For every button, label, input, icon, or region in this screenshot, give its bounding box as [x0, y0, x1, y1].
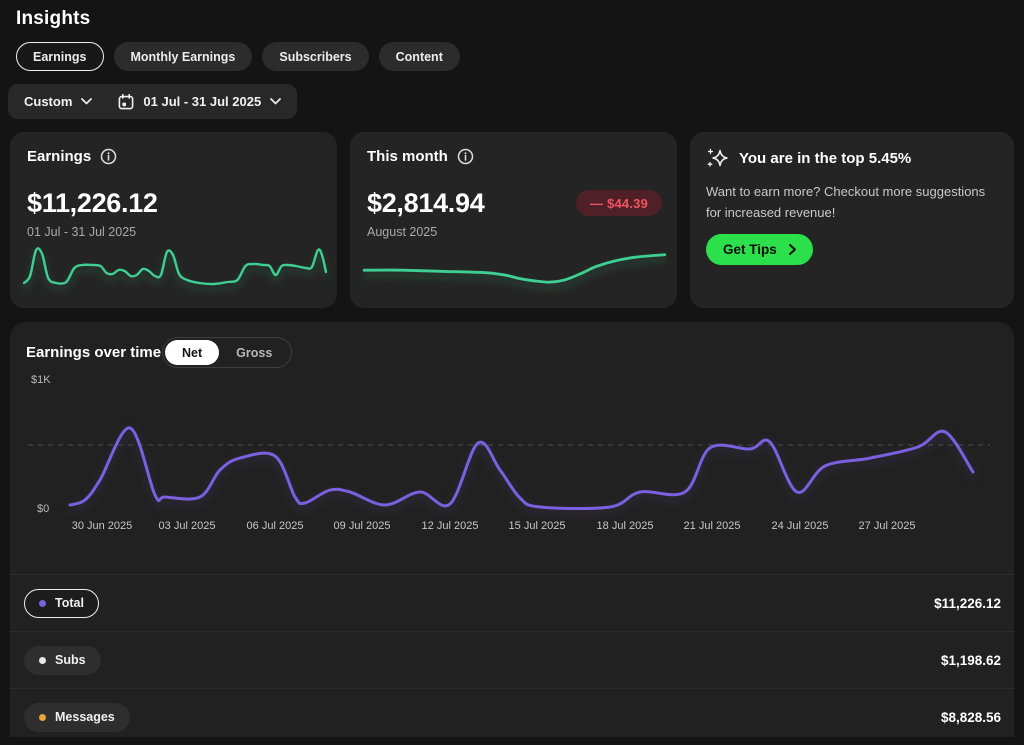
tab-monthly-earnings[interactable]: Monthly Earnings: [113, 42, 253, 71]
x-axis-label: 18 Jul 2025: [596, 520, 654, 532]
tips-title: You are in the top 5.45%: [739, 150, 912, 167]
legend-pill-messages[interactable]: Messages: [24, 702, 130, 732]
legend-pill-total[interactable]: Total: [24, 588, 99, 618]
tips-body: Want to earn more? Checkout more suggest…: [706, 184, 986, 220]
get-tips-button[interactable]: Get Tips: [706, 234, 813, 265]
tab-earnings[interactable]: Earnings: [16, 42, 104, 71]
earnings-card: Earnings $11,226.12 01 Jul - 31 Jul 2025: [10, 132, 337, 308]
earnings-sparkline: [22, 238, 328, 300]
legend-value-subs: $1,198.62: [940, 652, 1001, 668]
tab-content[interactable]: Content: [378, 42, 460, 71]
insights-tabs: Earnings Monthly Earnings Subscribers Co…: [16, 42, 460, 71]
subs-dot-icon: [39, 656, 46, 664]
this-month-card-title: This month: [367, 148, 448, 165]
legend-value-total: $11,226.12: [934, 595, 1001, 611]
tab-subscribers[interactable]: Subscribers: [262, 42, 369, 71]
legend-row-total: Total $11,226.12: [10, 574, 1014, 631]
date-filter-bar: Custom 01 Jul - 31 Jul 2025: [8, 84, 298, 119]
chart-title: Earnings over time: [26, 344, 162, 361]
page-title: Insights: [16, 8, 91, 29]
info-icon[interactable]: [100, 148, 117, 165]
toggle-net[interactable]: Net: [165, 340, 220, 365]
negative-delta-badge: — $44.39: [576, 190, 662, 216]
legend-label-subs: Subs: [55, 653, 86, 667]
info-icon[interactable]: [457, 148, 474, 165]
earnings-card-title: Earnings: [27, 148, 92, 165]
x-axis-label: 15 Jul 2025: [508, 520, 566, 532]
x-axis-label: 12 Jul 2025: [421, 520, 479, 532]
this-month-amount: $2,814.94: [367, 188, 485, 218]
this-month-period: August 2025: [367, 225, 438, 239]
legend-row-messages: Messages $8,828.56: [10, 688, 1014, 745]
chevron-down-icon: [270, 98, 282, 105]
chevron-right-icon: [788, 244, 796, 255]
x-axis-label: 03 Jul 2025: [158, 520, 216, 532]
get-tips-label: Get Tips: [723, 242, 777, 257]
x-axis-label: 06 Jul 2025: [246, 520, 304, 532]
earnings-amount: $11,226.12: [27, 188, 158, 218]
net-gross-toggle: Net Gross: [162, 337, 293, 368]
legend-row-subs: Subs $1,198.62: [10, 631, 1014, 688]
toggle-gross[interactable]: Gross: [219, 340, 289, 365]
chevron-down-icon: [81, 98, 93, 105]
total-dot-icon: [39, 599, 46, 607]
this-month-card: This month $2,814.94 — $44.39 August 202…: [350, 132, 677, 308]
date-range-label: 01 Jul - 31 Jul 2025: [143, 94, 262, 109]
earnings-period: 01 Jul - 31 Jul 2025: [27, 225, 137, 239]
tips-card: You are in the top 5.45% Want to earn mo…: [690, 132, 1014, 308]
date-range-dropdown[interactable]: 01 Jul - 31 Jul 2025: [118, 93, 282, 110]
x-axis-label: 21 Jul 2025: [683, 520, 741, 532]
range-type-dropdown[interactable]: Custom: [24, 94, 93, 109]
sparkle-icon: [707, 148, 728, 167]
legend-value-messages: $8,828.56: [940, 709, 1001, 725]
x-axis: 30 Jun 2025 03 Jul 2025 06 Jul 2025 09 Jul …: [24, 520, 1000, 534]
earnings-line-chart: [28, 426, 990, 511]
legend-pill-subs[interactable]: Subs: [24, 645, 101, 675]
x-axis-label: 30 Jun 2025: [71, 520, 133, 532]
this-month-sparkline: [362, 238, 667, 300]
messages-dot-icon: [39, 713, 46, 721]
legend-label-total: Total: [55, 596, 84, 610]
calendar-icon: [118, 93, 134, 109]
range-type-label: Custom: [24, 94, 73, 109]
x-axis-label: 09 Jul 2025: [333, 520, 391, 532]
x-axis-label: 24 Jul 2025: [771, 520, 829, 532]
x-axis-label: 27 Jul 2025: [858, 520, 916, 532]
legend-label-messages: Messages: [55, 710, 115, 724]
earnings-over-time-card: Earnings over time Net Gross $1K $0 30 J…: [10, 322, 1014, 737]
chart-legend: Total $11,226.12 Subs $1,198.62 Messages…: [10, 574, 1014, 745]
